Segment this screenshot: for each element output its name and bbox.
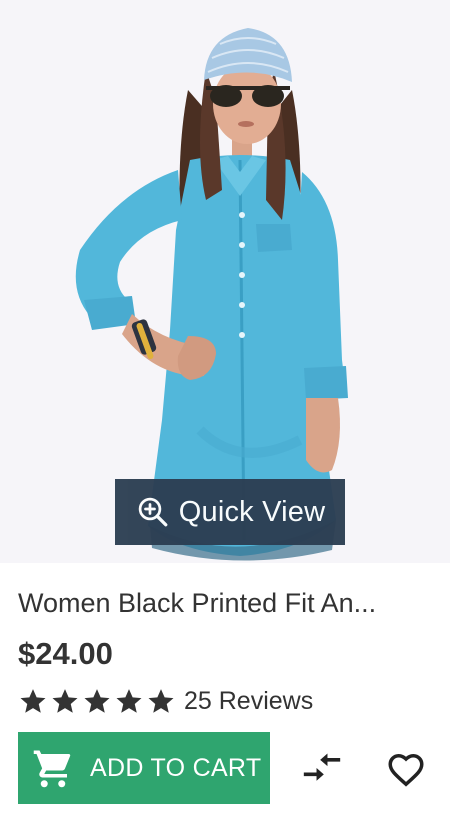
quick-view-button[interactable]: Quick View [115,479,345,545]
compare-arrows-icon [303,753,341,781]
product-card: Quick View Women Black Printed Fit An...… [0,0,450,820]
shopping-cart-icon [32,747,74,789]
star-icon [20,689,46,713]
heart-outline-icon [388,753,424,787]
compare-button[interactable] [300,748,344,788]
reviews-link[interactable]: 25 Reviews [184,687,313,716]
add-to-cart-button[interactable]: ADD TO CART [18,732,270,804]
quick-view-label: Quick View [178,495,326,528]
product-image-area[interactable]: Quick View [0,0,450,563]
wishlist-button[interactable] [384,748,428,788]
add-to-cart-label: ADD TO CART [90,753,262,782]
product-price: $24.00 [18,636,113,671]
star-icon [84,689,110,713]
zoom-in-icon [135,494,171,530]
rating-stars [18,686,178,716]
star-icon [148,689,174,713]
star-icon [52,689,78,713]
star-icon [116,689,142,713]
product-title[interactable]: Women Black Printed Fit An... [18,588,438,619]
product-rating: 25 Reviews [18,684,313,718]
